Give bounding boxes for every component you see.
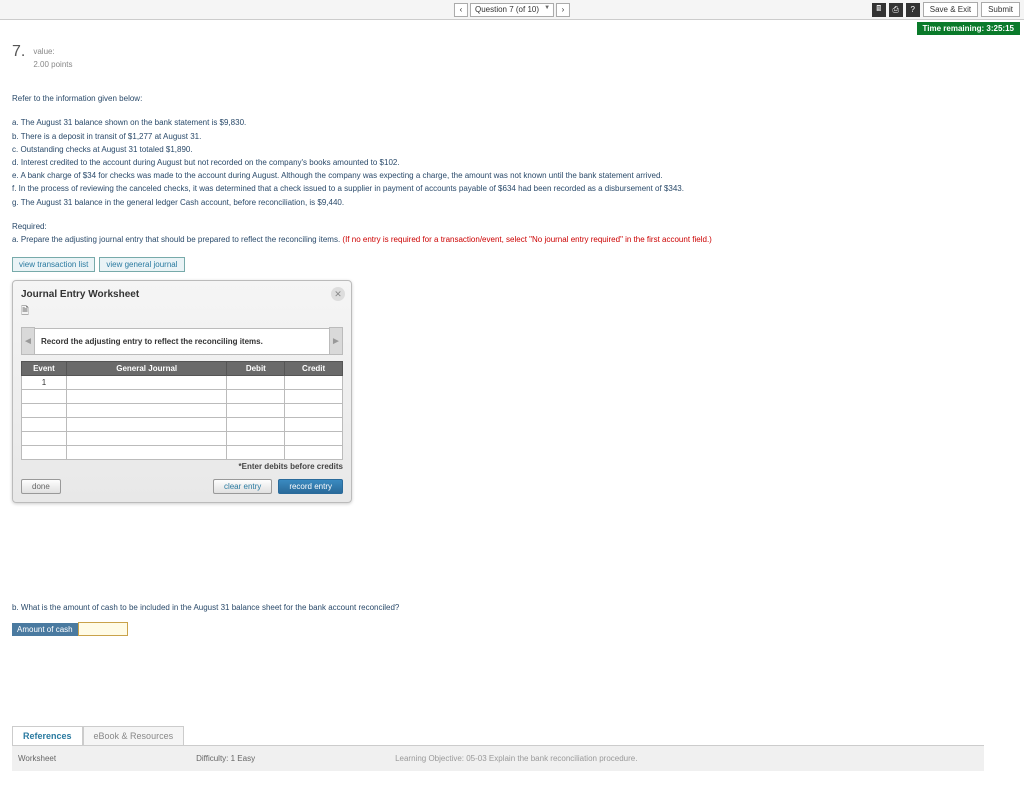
view-links: view transaction list view general journ… [12, 257, 984, 272]
debits-before-credits-hint: *Enter debits before credits [21, 462, 343, 471]
submit-button[interactable]: Submit [981, 2, 1020, 17]
line-f: f. In the process of reviewing the cance… [12, 183, 984, 194]
part-b: b. What is the amount of cash to be incl… [12, 603, 984, 636]
clear-entry-button[interactable]: clear entry [213, 479, 272, 494]
worksheet-instruction: Record the adjusting entry to reflect th… [35, 328, 329, 355]
next-question-button[interactable]: › [556, 3, 570, 17]
question-content: 7. value: 2.00 points Refer to the infor… [0, 37, 1024, 791]
question-body: Refer to the information given below: a.… [12, 93, 984, 245]
amount-of-cash-input[interactable] [78, 622, 128, 636]
intro-text: Refer to the information given below: [12, 93, 984, 104]
col-credit: Credit [285, 362, 343, 376]
line-b: b. There is a deposit in transit of $1,2… [12, 131, 984, 142]
help-icon[interactable]: ? [906, 3, 920, 17]
meta-row: Worksheet Difficulty: 1 Easy Learning Ob… [12, 746, 984, 771]
debit-cell[interactable] [227, 376, 285, 390]
note-icon: 🗎 [21, 306, 29, 317]
meta-worksheet: Worksheet [18, 754, 56, 763]
timer-row: Time remaining: 3:25:15 [0, 20, 1024, 37]
line-e: e. A bank charge of $34 for checks was m… [12, 170, 984, 181]
points-value: 2.00 points [33, 60, 72, 69]
amount-of-cash-label: Amount of cash [12, 623, 78, 636]
view-transaction-list-button[interactable]: view transaction list [12, 257, 95, 272]
table-row [22, 404, 343, 418]
prev-entry-arrow[interactable]: ◄ [21, 327, 35, 355]
line-a: a. The August 31 balance shown on the ba… [12, 117, 984, 128]
reference-tabs: References eBook & Resources [12, 726, 984, 746]
meta-learning-objective: Learning Objective: 05-03 Explain the ba… [395, 754, 637, 763]
tab-ebook-resources[interactable]: eBook & Resources [83, 726, 185, 745]
journal-entry-worksheet: ✕ Journal Entry Worksheet 🗎 ◄ Record the… [12, 280, 352, 503]
calculator-icon[interactable]: 🖩 [872, 3, 886, 17]
top-right-controls: 🖩 ⎙ ? Save & Exit Submit [872, 2, 1020, 17]
line-d: d. Interest credited to the account duri… [12, 157, 984, 168]
requirement-a: a. Prepare the adjusting journal entry t… [12, 234, 984, 245]
table-row [22, 446, 343, 460]
line-c: c. Outstanding checks at August 31 total… [12, 144, 984, 155]
lower-panel: References eBook & Resources Worksheet D… [12, 726, 984, 771]
line-g: g. The August 31 balance in the general … [12, 197, 984, 208]
part-b-text: b. What is the amount of cash to be incl… [12, 603, 984, 612]
done-button[interactable]: done [21, 479, 61, 494]
col-event: Event [22, 362, 67, 376]
table-row: 1 [22, 376, 343, 390]
time-remaining: Time remaining: 3:25:15 [917, 22, 1020, 35]
account-cell[interactable] [66, 376, 227, 390]
save-exit-button[interactable]: Save & Exit [923, 2, 978, 17]
requirement-a-hint: (If no entry is required for a transacti… [342, 235, 711, 244]
col-general-journal: General Journal [66, 362, 227, 376]
record-entry-button[interactable]: record entry [278, 479, 343, 494]
journal-entry-table: Event General Journal Debit Credit 1 [21, 361, 343, 460]
credit-cell[interactable] [285, 376, 343, 390]
prev-question-button[interactable]: ‹ [454, 3, 468, 17]
table-row [22, 390, 343, 404]
question-nav: ‹ Question 7 (of 10) › [454, 3, 570, 17]
question-selector[interactable]: Question 7 (of 10) [470, 3, 554, 17]
top-toolbar: ‹ Question 7 (of 10) › 🖩 ⎙ ? Save & Exit… [0, 0, 1024, 20]
tab-references[interactable]: References [12, 726, 83, 745]
question-number: 7. [12, 43, 25, 61]
table-row [22, 418, 343, 432]
meta-difficulty: Difficulty: 1 Easy [196, 754, 255, 763]
worksheet-title: Journal Entry Worksheet [21, 289, 343, 300]
view-general-journal-button[interactable]: view general journal [99, 257, 184, 272]
required-label: Required: [12, 221, 984, 232]
points-value-label: value: [33, 47, 72, 56]
next-entry-arrow[interactable]: ► [329, 327, 343, 355]
col-debit: Debit [227, 362, 285, 376]
print-icon[interactable]: ⎙ [889, 3, 903, 17]
event-cell: 1 [22, 376, 67, 390]
table-row [22, 432, 343, 446]
